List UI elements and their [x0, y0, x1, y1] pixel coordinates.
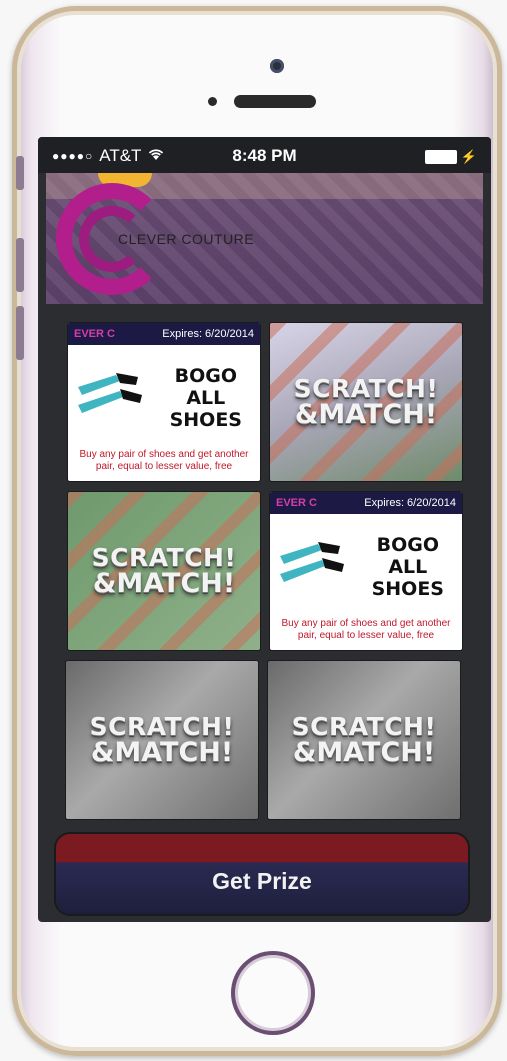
tile-scratch-6[interactable]: SCRATCH! &MATCH!: [268, 661, 460, 819]
coupon-body: BOGO ALL SHOES Buy any pair of shoes and…: [68, 345, 260, 481]
shoes-legs-icon: [78, 373, 142, 413]
volume-up-button: [16, 238, 24, 292]
coupon-brandmark: EVER C: [74, 328, 115, 340]
coupon-offer-line3: SHOES: [169, 409, 242, 431]
scratch-match-logo: SCRATCH! &MATCH!: [90, 714, 235, 766]
app-screen: ●●●●○ AT&T 8:48 PM ⚡ CLEVER COUTURE EVER…: [38, 137, 491, 922]
coupon-offer-line3: SHOES: [371, 578, 444, 600]
scratch-match-logo: SCRATCH! &MATCH!: [92, 545, 237, 597]
coupon-offer-line1: BOGO: [174, 365, 237, 387]
shoes-legs-icon: [280, 542, 344, 582]
scratch-line2: &MATCH!: [92, 568, 236, 599]
scratch-match-logo: SCRATCH! &MATCH!: [294, 376, 439, 428]
get-prize-button[interactable]: Get Prize: [56, 834, 468, 914]
tile-scratch-2[interactable]: SCRATCH! &MATCH!: [270, 323, 462, 481]
charging-bolt-icon: ⚡: [460, 149, 477, 164]
home-button[interactable]: [231, 951, 315, 1035]
tile-scratch-5[interactable]: SCRATCH! &MATCH!: [66, 661, 258, 819]
coupon-brandmark: EVER C: [276, 497, 317, 509]
battery-icon: ⚡: [424, 149, 477, 165]
proximity-sensor: [208, 97, 217, 106]
scratch-line1: SCRATCH!: [91, 543, 237, 572]
brand-name: CLEVER COUTURE: [118, 231, 255, 247]
earpiece-speaker: [234, 95, 316, 108]
mute-switch: [16, 156, 24, 190]
tile-coupon-4[interactable]: EVER C Expires: 6/20/2014 BOGO ALL SHOES…: [270, 492, 462, 650]
scratch-match-logo: SCRATCH! &MATCH!: [292, 714, 437, 766]
scratch-line1: SCRATCH!: [291, 712, 437, 741]
coupon-expires: Expires: 6/20/2014: [364, 497, 456, 509]
tile-coupon-1[interactable]: EVER C Expires: 6/20/2014 BOGO ALL SHOES…: [68, 323, 260, 481]
status-time: 8:48 PM: [232, 146, 297, 165]
coupon-header: EVER C Expires: 6/20/2014: [68, 323, 260, 345]
scratch-line2: &MATCH!: [90, 737, 234, 768]
status-bar: ●●●●○ AT&T 8:48 PM ⚡: [38, 137, 491, 173]
coupon-fine-print: Buy any pair of shoes and get another pa…: [281, 618, 451, 641]
tile-scratch-3[interactable]: SCRATCH! &MATCH!: [68, 492, 260, 650]
scratch-line2: &MATCH!: [292, 737, 436, 768]
scratch-line1: SCRATCH!: [293, 374, 439, 403]
coupon-fine-print: Buy any pair of shoes and get another pa…: [79, 449, 249, 472]
coupon-header: EVER C Expires: 6/20/2014: [270, 492, 462, 514]
front-camera-icon: [270, 59, 284, 73]
header-banner: CLEVER COUTURE: [46, 173, 483, 304]
coupon-offer: BOGO ALL SHOES: [170, 365, 242, 431]
battery-level: [424, 150, 457, 164]
coupon-offer-line1: BOGO: [376, 534, 439, 556]
coupon-offer: BOGO ALL SHOES: [372, 534, 444, 600]
volume-down-button: [16, 306, 24, 360]
get-prize-label: Get Prize: [212, 867, 312, 894]
scratch-line2: &MATCH!: [294, 399, 438, 430]
coupon-body: BOGO ALL SHOES Buy any pair of shoes and…: [270, 514, 462, 650]
coupon-offer-line2: ALL: [186, 387, 226, 409]
coupon-offer-line2: ALL: [388, 556, 428, 578]
coupon-expires: Expires: 6/20/2014: [162, 328, 254, 340]
scratch-line1: SCRATCH!: [89, 712, 235, 741]
